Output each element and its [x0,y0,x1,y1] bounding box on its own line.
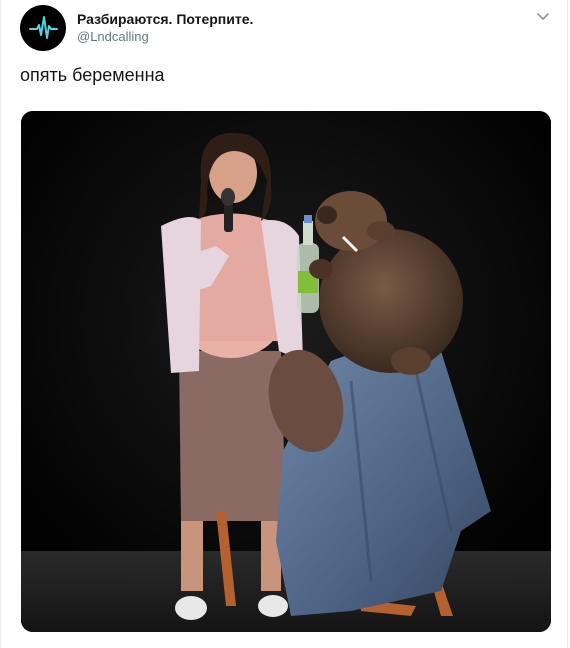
author-block: Разбираются. Потерпите. @Lndcalling [77,10,253,46]
tweet-card: Разбираются. Потерпите. @Lndcalling опят… [0,0,568,648]
author-display-name[interactable]: Разбираются. Потерпите. [77,10,253,28]
chevron-down-icon[interactable] [535,8,551,24]
author-handle[interactable]: @Lndcalling [77,28,253,46]
pulse-waveform-icon [29,16,58,39]
avatar[interactable] [20,5,66,51]
tweet-photo[interactable] [21,111,551,632]
tweet-text: опять беременна [20,65,165,85]
photo-illustration [21,111,551,632]
tweet-header: Разбираются. Потерпите. @Lndcalling [20,4,253,52]
